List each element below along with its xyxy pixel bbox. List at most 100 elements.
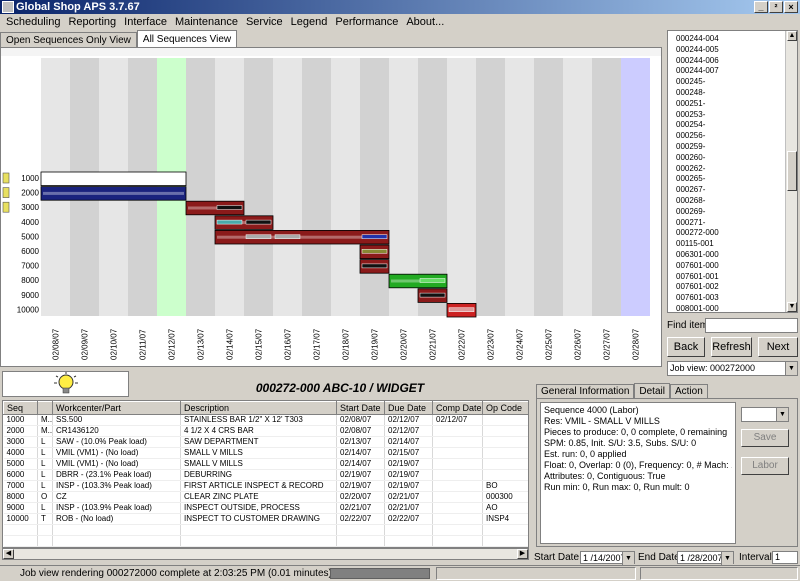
- tree-item[interactable]: 000256-: [676, 131, 705, 141]
- scroll-up-icon[interactable]: ▲: [787, 31, 797, 41]
- job-view-select[interactable]: Job view: 000272000 ▼: [667, 361, 798, 376]
- column-header[interactable]: Op Code: [482, 401, 528, 415]
- job-tree[interactable]: 000244-004 000244-005 000244-006 000244-007…: [667, 30, 798, 313]
- tree-item[interactable]: 000268-: [676, 196, 705, 206]
- column-header[interactable]: Due Date: [384, 401, 433, 415]
- close-button[interactable]: ×: [784, 1, 798, 13]
- tree-item[interactable]: 000244-006: [676, 56, 719, 66]
- menu-performance[interactable]: Performance: [331, 14, 402, 30]
- scroll-down-icon[interactable]: ▼: [787, 302, 797, 312]
- table-row[interactable]: 8000 O CZ CLEAR ZINC PLATE 02/20/07 02/21/07 0…: [3, 491, 528, 503]
- tree-item[interactable]: 000254-: [676, 120, 705, 130]
- tree-item[interactable]: 000271-: [676, 218, 705, 228]
- scroll-left-icon[interactable]: ◀: [3, 549, 14, 559]
- menu-maintenance[interactable]: Maintenance: [171, 14, 242, 30]
- tree-item[interactable]: 000262-: [676, 164, 705, 174]
- tree-item[interactable]: 000265-: [676, 174, 705, 184]
- tree-item[interactable]: 000260-: [676, 153, 705, 163]
- tab-detail[interactable]: Detail: [634, 383, 670, 398]
- date-column: [186, 58, 215, 316]
- tab-general-information[interactable]: General Information: [536, 384, 635, 398]
- tree-item[interactable]: 000244-007: [676, 66, 719, 76]
- tree-item[interactable]: 000245-: [676, 77, 705, 87]
- dropdown-arrow-icon[interactable]: ▼: [776, 408, 788, 421]
- menu-reporting[interactable]: Reporting: [64, 14, 120, 30]
- tree-item[interactable]: 000253-: [676, 110, 705, 120]
- table-row[interactable]: 6000 L DBRR - (23.1% Peak load) DEBURRING 02…: [3, 469, 528, 481]
- interval-input[interactable]: 1: [772, 551, 798, 564]
- detail-line: Pieces to produce: 0, 0 complete, 0 rema…: [544, 427, 728, 437]
- save-button[interactable]: Save: [741, 429, 789, 447]
- menu-scheduling[interactable]: Scheduling: [2, 14, 64, 30]
- find-item-input[interactable]: [705, 318, 798, 333]
- tree-item[interactable]: 000244-005: [676, 45, 719, 55]
- tree-item[interactable]: 000267-: [676, 185, 705, 195]
- tree-scrollbar[interactable]: ▲ ▼: [785, 31, 797, 312]
- tree-item[interactable]: 000248-: [676, 88, 705, 98]
- next-button[interactable]: Next: [758, 337, 798, 357]
- tree-item[interactable]: 000272-000: [676, 228, 719, 238]
- table-row[interactable]: 5000 L VMIL (VM1) - (No load) SMALL V MILLS…: [3, 458, 528, 470]
- column-header[interactable]: Comp Date: [432, 401, 483, 415]
- tab-all-sequences[interactable]: All Sequences View: [136, 30, 238, 47]
- gantt-subblock: [361, 249, 388, 254]
- table-cell: 02/19/07: [384, 480, 433, 492]
- x-tick-label: 02/27/07: [603, 328, 612, 360]
- tree-item[interactable]: 00115-001: [676, 239, 714, 249]
- scroll-right-icon[interactable]: ▶: [517, 549, 528, 559]
- tab-open-sequences[interactable]: Open Sequences Only View: [0, 32, 137, 47]
- gantt-chart[interactable]: 02/08/07 02/09/07 02/10/07 02/11/07 02/12/07…: [0, 47, 662, 367]
- detail-line: SPM: 0.85, Init. S/U: 3.5, Subs. S/U: 0: [544, 438, 697, 448]
- menu-interface[interactable]: Interface: [120, 14, 171, 30]
- restore-button[interactable]: ²: [769, 1, 783, 13]
- tree-item[interactable]: 007601-000: [676, 261, 719, 271]
- calendar-dropdown-icon[interactable]: ▼: [721, 552, 733, 565]
- column-header[interactable]: Workcenter/Part: [52, 401, 181, 415]
- x-tick-label: 02/21/07: [429, 328, 438, 360]
- table-row[interactable]: 7000 L INSP - (103.3% Peak load) FIRST ARTI…: [3, 480, 528, 492]
- table-row[interactable]: 9000 L INSP - (103.9% Peak load) INSPECT OU…: [3, 502, 528, 514]
- grid-hscrollbar[interactable]: ◀ ▶: [2, 548, 529, 560]
- table-row[interactable]: 2000 M.. CR1436120 4 1/2 X 4 CRS BAR 02/08/0…: [3, 425, 528, 437]
- detail-select[interactable]: ▼: [741, 407, 789, 422]
- tree-item[interactable]: 008001-000: [676, 304, 719, 312]
- back-button[interactable]: Back: [667, 337, 705, 357]
- tree-scroll-thumb[interactable]: [787, 151, 797, 191]
- table-cell: SAW - (10.0% Peak load): [52, 436, 181, 448]
- row-label: 4000: [21, 218, 39, 227]
- sequence-grid[interactable]: Seq Workcenter/Part Description Start Date D…: [2, 400, 529, 548]
- tree-item[interactable]: 007601-003: [676, 293, 719, 303]
- tree-item[interactable]: 007601-001: [676, 272, 719, 282]
- tab-action[interactable]: Action: [669, 384, 708, 398]
- column-header[interactable]: Description: [180, 401, 337, 415]
- dropdown-arrow-icon[interactable]: ▼: [785, 362, 797, 375]
- table-cell: STAINLESS BAR 1/2" X 12' T303: [180, 414, 337, 426]
- tree-item[interactable]: 006301-000: [676, 250, 719, 260]
- column-header[interactable]: [37, 401, 53, 415]
- start-date-input[interactable]: 1 /14/2007 ▼: [580, 551, 635, 565]
- table-row[interactable]: 1000 M.. SS.500 STAINLESS BAR 1/2" X 12' T3…: [3, 414, 528, 426]
- tree-item[interactable]: 000244-004: [676, 34, 719, 44]
- menu-about[interactable]: About...: [402, 14, 448, 30]
- tree-item[interactable]: 000251-: [676, 99, 705, 109]
- tree-item[interactable]: 007601-002: [676, 282, 719, 292]
- tree-item[interactable]: 000259-: [676, 142, 705, 152]
- column-header[interactable]: Seq: [3, 401, 38, 415]
- minimize-button[interactable]: _: [754, 1, 768, 13]
- tree-item[interactable]: 000269-: [676, 207, 705, 217]
- table-cell: [336, 524, 385, 536]
- table-row[interactable]: 4000 L VMIL (VM1) - (No load) SMALL V MILLS…: [3, 447, 528, 459]
- row-marker: [2, 172, 10, 184]
- column-header[interactable]: Start Date: [336, 401, 385, 415]
- table-cell: CR1436120: [52, 425, 181, 437]
- menu-legend[interactable]: Legend: [287, 14, 332, 30]
- labor-button[interactable]: Labor: [741, 457, 789, 475]
- menu-service[interactable]: Service: [242, 14, 287, 30]
- table-cell: 1000: [3, 414, 38, 426]
- table-cell: 02/19/07: [336, 480, 385, 492]
- end-date-input[interactable]: 1 /28/2007 ▼: [677, 551, 734, 565]
- refresh-button[interactable]: Refresh: [711, 337, 752, 357]
- table-row[interactable]: 10000 T ROB - (No load) INSPECT TO CUSTOMER…: [3, 513, 528, 525]
- calendar-dropdown-icon[interactable]: ▼: [622, 552, 634, 565]
- table-row[interactable]: 3000 L SAW - (10.0% Peak load) SAW DEPARTME…: [3, 436, 528, 448]
